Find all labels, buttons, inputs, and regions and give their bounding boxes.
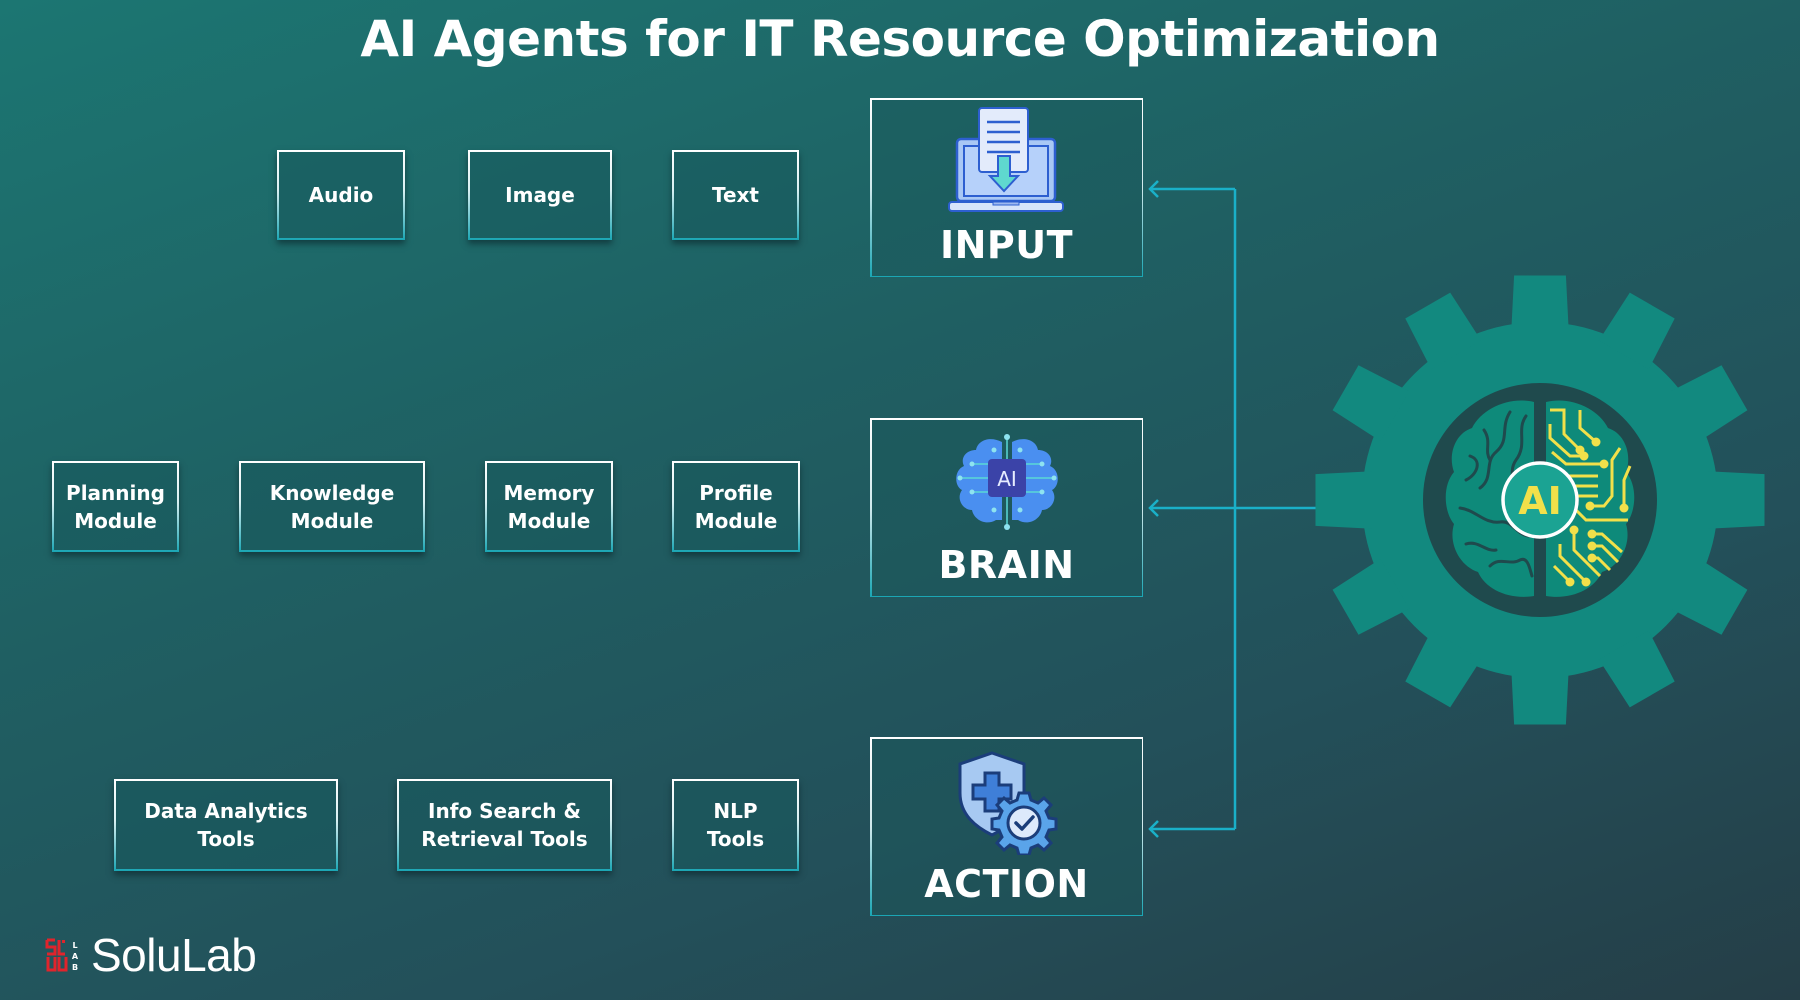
gear-tooth [1707, 471, 1765, 529]
solulab-logo: L A B SoluLab [45, 928, 257, 982]
brand-name: SoluLab [91, 929, 257, 981]
gear-tooth [1511, 275, 1569, 333]
ai-gear-hub: AI [1310, 270, 1770, 735]
solulab-mark-icon: L A B [45, 938, 79, 972]
svg-text:L: L [72, 941, 77, 950]
ai-badge-text: AI [1518, 479, 1562, 523]
svg-text:A: A [72, 952, 79, 961]
svg-text:B: B [72, 963, 78, 972]
gear-ai-brain-icon: AI [1315, 275, 1765, 725]
gear-tooth [1315, 471, 1373, 529]
gear-tooth [1511, 667, 1569, 725]
